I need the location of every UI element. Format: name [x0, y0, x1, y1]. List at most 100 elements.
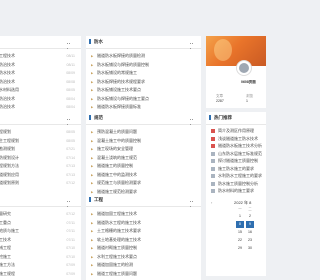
- more-icon[interactable]: [190, 198, 195, 207]
- list-item[interactable]: 软土地基处理的施工技术: [86, 236, 201, 245]
- hot-item-title[interactable]: 浅谈隧道施工防水技术: [218, 135, 258, 143]
- list-item[interactable]: 防水板铺设与焊接的施工要点: [86, 95, 201, 104]
- list-item[interactable]: 渠道规划应用 07/13: [0, 171, 81, 180]
- list-item[interactable]: 水利工程施工技术要点: [86, 253, 201, 262]
- list-item[interactable]: 隧道工程施工质量问题: [86, 270, 201, 279]
- list-item[interactable]: 隧道衬砌施工质量控制: [86, 244, 201, 253]
- list-item[interactable]: 的地质与施工 07/11: [0, 227, 81, 236]
- list-item[interactable]: 工程规划方法 07/13: [0, 162, 81, 171]
- hot-item[interactable]: 隧道防水板施工技术分析: [206, 142, 266, 150]
- list-item-title[interactable]: 堤防规划设计: [0, 154, 19, 163]
- calendar-day[interactable]: 30: [246, 245, 254, 252]
- list-item[interactable]: 防水板焊接的技术规程要求: [86, 78, 201, 87]
- list-item[interactable]: 混凝土浇筑的施工规范: [86, 154, 201, 163]
- list-item-title[interactable]: 隧道施工的质量控制: [97, 162, 133, 171]
- list-item[interactable]: 渠道规划原则 07/12: [0, 179, 81, 188]
- hot-item-title[interactable]: 防水材料的施工要求: [218, 187, 254, 195]
- list-item-title[interactable]: 隧道工程施工质量问题: [97, 270, 137, 279]
- list-item-title[interactable]: 规施工规程: [0, 270, 15, 279]
- list-item-title[interactable]: 土工格栅的施工技术要求: [97, 227, 141, 236]
- hot-item[interactable]: 防水材料的施工要求: [206, 187, 266, 195]
- list-item-title[interactable]: 防水板铺设与焊接的质量控制: [97, 61, 149, 70]
- list-item[interactable]: 路勘测规划 07/21: [0, 145, 81, 154]
- calendar-day[interactable]: 2: [246, 213, 254, 220]
- hot-item-title[interactable]: 水利防水工程施工的要求: [218, 172, 262, 180]
- list-item-title[interactable]: 的主工程规划: [0, 137, 19, 146]
- list-item-title[interactable]: 机械工程: [0, 244, 11, 253]
- list-item-title[interactable]: 施工技术: [0, 236, 11, 245]
- list-item-title[interactable]: 隧道防水板焊接的质量检测: [97, 52, 145, 61]
- calendar-day[interactable]: 29: [236, 245, 244, 252]
- list-item[interactable]: 隧道防水板焊接的质量检测: [86, 52, 201, 61]
- list-item[interactable]: 堤防规划设计 07/14: [0, 154, 81, 163]
- hot-item[interactable]: 水利防水工程施工的要求: [206, 172, 266, 180]
- list-item-title[interactable]: 隧道加固工程施工技术: [97, 210, 137, 219]
- list-item-title[interactable]: 工程规划: [0, 128, 11, 137]
- list-item-title[interactable]: 路勘测规划: [0, 145, 15, 154]
- hot-item-title[interactable]: 施工防水施工的要求: [218, 165, 254, 173]
- list-item-title[interactable]: 施工重点: [0, 219, 11, 228]
- list-item[interactable]: 隧道施工中的监测技术: [86, 171, 201, 180]
- hot-item[interactable]: 探讨隧道施工质量控制: [206, 157, 266, 165]
- list-item-title[interactable]: 软土地基处理的施工技术: [97, 236, 141, 245]
- list-item-title[interactable]: 隧道衬砌施工质量控制: [97, 244, 137, 253]
- more-icon[interactable]: [67, 198, 72, 207]
- hot-item-title[interactable]: 防水施工质量控制分析: [218, 180, 258, 188]
- calendar-prev-icon[interactable]: ‹: [211, 200, 212, 205]
- list-item[interactable]: 漏防治技术 08/11: [0, 61, 81, 70]
- list-item[interactable]: 规范施工与质量检测要求: [86, 179, 201, 188]
- list-item-title[interactable]: 施工现场的安全管理: [97, 145, 133, 154]
- profile-name[interactable]: 0608页面: [241, 80, 256, 85]
- list-item-title[interactable]: 开挖施工: [0, 253, 11, 262]
- calendar-day[interactable]: 16: [246, 229, 254, 236]
- list-item[interactable]: 的施工方法 07/09: [0, 261, 81, 270]
- list-item-title[interactable]: 规范施工与质量检测要求: [97, 179, 141, 188]
- list-item-title[interactable]: 隧道防水板焊接质量标准: [97, 103, 141, 112]
- list-item[interactable]: 器防水技术 08/09: [0, 69, 81, 78]
- list-item-title[interactable]: 隧道加固施工的检测: [97, 261, 133, 270]
- hot-item[interactable]: 浅谈隧道施工防水技术: [206, 135, 266, 143]
- list-item[interactable]: 防水板铺设的常规施工: [86, 69, 201, 78]
- list-item-title[interactable]: 的地质与施工: [0, 227, 19, 236]
- hot-item-title[interactable]: 山东防水层施工标准规范: [218, 150, 262, 158]
- list-item[interactable]: 隧道防水板焊接质量标准: [86, 103, 201, 112]
- list-item-title[interactable]: 水利工程施工技术要点: [97, 253, 137, 262]
- hot-item-title[interactable]: 隧道防水板施工技术分析: [218, 142, 262, 150]
- more-icon[interactable]: [190, 40, 195, 49]
- hot-item[interactable]: 山东防水层施工标准规范: [206, 150, 266, 158]
- list-item-title[interactable]: 防水板焊接的技术规程要求: [97, 78, 145, 87]
- list-item-title[interactable]: 隧道防水工程的施工技术: [97, 219, 141, 228]
- list-item[interactable]: 隧道加固施工的检测: [86, 261, 201, 270]
- list-item[interactable]: 漏防治技术 08/08: [0, 78, 81, 87]
- list-item-title[interactable]: 防水材料选用: [0, 86, 19, 95]
- list-item[interactable]: 工程规划 08/05: [0, 128, 81, 137]
- list-item[interactable]: 漏防治技术 08/04: [0, 95, 81, 104]
- list-item-title[interactable]: 器防水技术: [0, 69, 15, 78]
- list-item-title[interactable]: 防水板铺设施工技术要点: [97, 86, 141, 95]
- avatar[interactable]: [236, 60, 252, 76]
- list-item-title[interactable]: 渠道规划应用: [0, 171, 19, 180]
- list-item-title[interactable]: 质量研究: [0, 210, 11, 219]
- list-item[interactable]: 的主工程规划 08/05: [0, 137, 81, 146]
- more-icon[interactable]: [190, 116, 195, 125]
- calendar-day[interactable]: 22: [236, 237, 244, 244]
- list-item-title[interactable]: 漏防治技术: [0, 103, 15, 112]
- list-item-title[interactable]: 的施工方法: [0, 261, 15, 270]
- hot-item[interactable]: 简介及测区作用原理: [206, 127, 266, 135]
- list-item[interactable]: 施工重点 07/11: [0, 219, 81, 228]
- list-item[interactable]: 施工技术 07/11: [0, 236, 81, 245]
- list-item-title[interactable]: 工程规划方法: [0, 162, 19, 171]
- list-item[interactable]: 预防混凝土的质量问题: [86, 128, 201, 137]
- list-item-title[interactable]: 防水板铺设与焊接的施工要点: [97, 95, 149, 104]
- more-icon[interactable]: [67, 40, 72, 49]
- list-item[interactable]: 机械工程 07/10: [0, 244, 81, 253]
- list-item-title[interactable]: 漏防治技术: [0, 95, 15, 104]
- list-item-title[interactable]: 漏防治技术: [0, 61, 15, 70]
- hot-item-title[interactable]: 简介及测区作用原理: [218, 127, 254, 135]
- list-item[interactable]: 隧道防水工程的施工技术: [86, 219, 201, 228]
- calendar-day[interactable]: 1: [236, 213, 244, 220]
- list-item[interactable]: 开挖施工 07/10: [0, 253, 81, 262]
- hot-item[interactable]: 防水施工质量控制分析: [206, 180, 266, 188]
- list-item-title[interactable]: 混凝土施工中的质量控制: [97, 137, 141, 146]
- calendar-day[interactable]: 8: [236, 221, 244, 228]
